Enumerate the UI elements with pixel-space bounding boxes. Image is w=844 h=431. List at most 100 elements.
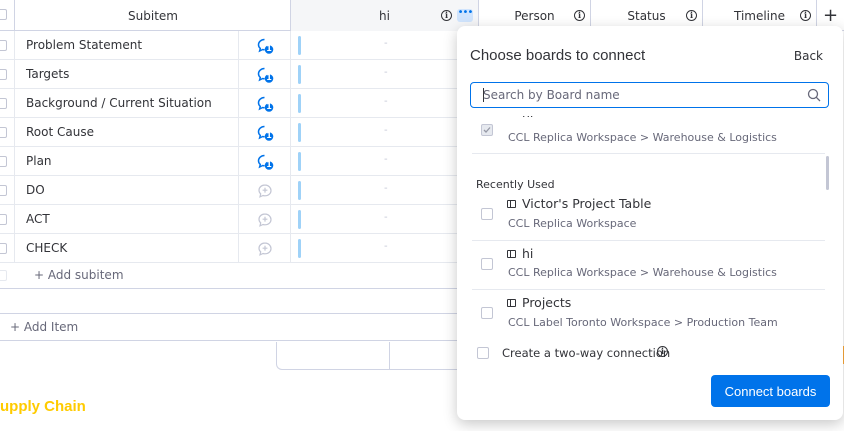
empty-cell[interactable]: - [384, 96, 388, 107]
scrollbar[interactable] [826, 156, 829, 190]
add-subitem-button[interactable]: + Add subitem [34, 262, 124, 289]
conversation-icon[interactable]: 1 [257, 154, 274, 171]
search-icon[interactable] [807, 88, 821, 102]
subitem-name[interactable]: Root Cause [26, 118, 94, 147]
board-checkbox[interactable] [481, 124, 493, 136]
column-header-person-label: Person [514, 8, 555, 23]
info-icon[interactable]: i [574, 10, 585, 21]
update-count-badge: 1 [266, 102, 272, 111]
connect-cell-bar [298, 239, 301, 258]
table-row[interactable]: Plan 1 - [0, 147, 480, 176]
connect-cell-bar [298, 36, 301, 55]
conversation-icon[interactable]: 1 [257, 67, 274, 84]
table-row[interactable]: Root Cause 1 - [0, 118, 480, 147]
conversation-icon[interactable]: 1 [257, 125, 274, 142]
empty-cell[interactable]: - [384, 67, 388, 78]
row-checkbox[interactable] [0, 156, 7, 167]
subitem-name[interactable]: CHECK [26, 234, 67, 263]
subitem-name[interactable]: Plan [26, 147, 52, 176]
connect-boards-button[interactable]: Connect boards [711, 375, 830, 407]
table-row[interactable]: Targets 1 - [0, 60, 480, 89]
board-path: CCL Replica Workspace [508, 217, 637, 230]
search-box[interactable] [470, 82, 829, 108]
select-all-checkbox[interactable] [0, 9, 7, 20]
row-checkbox[interactable] [0, 40, 7, 51]
update-count-badge: 1 [266, 73, 272, 82]
subitem-name[interactable]: Problem Statement [26, 31, 142, 60]
row-checkbox[interactable] [0, 243, 7, 254]
column-header-subitem-label: Subitem [128, 8, 178, 23]
board-name: Victor's Project Table [522, 196, 652, 211]
column-header-subitem[interactable]: Subitem [14, 0, 291, 31]
two-way-connection-checkbox[interactable] [477, 347, 489, 359]
row-checkbox [0, 270, 7, 281]
summary-row [276, 342, 476, 370]
empty-cell[interactable]: - [384, 154, 388, 165]
add-update-icon[interactable] [257, 183, 273, 199]
board-icon [507, 250, 516, 258]
connect-cell-bar [298, 181, 301, 200]
connect-cell-bar [298, 65, 301, 84]
board-list[interactable]: hi CCL Replica Workspace > Warehouse & L… [457, 116, 843, 346]
add-column-icon: + [822, 5, 839, 26]
back-button[interactable]: Back [794, 49, 823, 63]
subitem-name[interactable]: ACT [26, 205, 50, 234]
add-item-row[interactable]: + Add Item [0, 313, 480, 341]
column-header-timeline-label: Timeline [733, 8, 786, 23]
connect-cell-bar [298, 94, 301, 113]
subitem-name[interactable]: Targets [26, 60, 69, 89]
empty-cell[interactable]: - [384, 241, 388, 252]
table-row[interactable]: CHECK - [0, 234, 480, 263]
board-path: CCL Label Toronto Workspace > Production… [508, 316, 778, 329]
add-update-icon[interactable] [257, 212, 273, 228]
empty-cell[interactable]: - [384, 125, 388, 136]
board-icon [507, 299, 516, 307]
board-icon [507, 200, 516, 208]
row-checkbox[interactable] [0, 69, 7, 80]
conversation-icon[interactable]: 1 [257, 96, 274, 113]
row-checkbox[interactable] [0, 185, 7, 196]
add-subitem-row[interactable]: + Add subitem [0, 262, 480, 289]
info-icon[interactable]: i [686, 10, 697, 21]
column-header-hi-label: hi [379, 8, 390, 23]
add-item-button[interactable]: + Add Item [10, 314, 78, 341]
two-way-connection-label: Create a two-way connection [502, 346, 671, 360]
empty-cell[interactable]: - [384, 183, 388, 194]
subitem-name[interactable]: Background / Current Situation [26, 89, 212, 118]
table-row[interactable]: ACT - [0, 205, 480, 234]
conversation-icon[interactable]: 1 [257, 38, 274, 55]
empty-cell[interactable]: - [384, 212, 388, 223]
empty-cell[interactable]: - [384, 38, 388, 49]
board-name: Projects [522, 295, 572, 310]
board-path: CCL Replica Workspace > Warehouse & Logi… [508, 131, 777, 144]
group-title[interactable]: upply Chain [0, 398, 86, 415]
board-name: hi [522, 116, 533, 120]
board-name: hi [522, 246, 534, 261]
column-header-status-label: Status [627, 8, 666, 23]
update-count-badge: 1 [266, 44, 272, 53]
board-path: CCL Replica Workspace > Warehouse & Logi… [508, 266, 777, 279]
board-checkbox[interactable] [481, 208, 493, 220]
info-icon[interactable]: i [441, 10, 452, 21]
search-input[interactable] [483, 85, 803, 105]
row-checkbox[interactable] [0, 98, 7, 109]
board-checkbox[interactable] [481, 307, 493, 319]
add-update-icon[interactable] [257, 241, 273, 257]
column-menu-icon[interactable]: ••• [457, 8, 473, 22]
row-checkbox[interactable] [0, 214, 7, 225]
column-header-hi[interactable]: hi i ••• [290, 0, 478, 31]
table-row[interactable]: Problem Statement 1 - [0, 31, 480, 60]
choose-boards-dialog: Choose boards to connect Back hi CCL Rep… [457, 26, 843, 420]
connect-cell-bar [298, 123, 301, 142]
connect-cell-bar [298, 210, 301, 229]
table-row[interactable]: DO - [0, 176, 480, 205]
table-row[interactable]: Background / Current Situation 1 - [0, 89, 480, 118]
dialog-title: Choose boards to connect [470, 47, 646, 64]
row-checkbox[interactable] [0, 127, 7, 138]
recently-used-label: Recently Used [476, 178, 555, 191]
board-checkbox[interactable] [481, 258, 493, 270]
subitem-name[interactable]: DO [26, 176, 45, 205]
update-count-badge: 1 [266, 160, 272, 169]
info-icon[interactable]: i [657, 346, 668, 357]
info-icon[interactable]: i [800, 10, 811, 21]
